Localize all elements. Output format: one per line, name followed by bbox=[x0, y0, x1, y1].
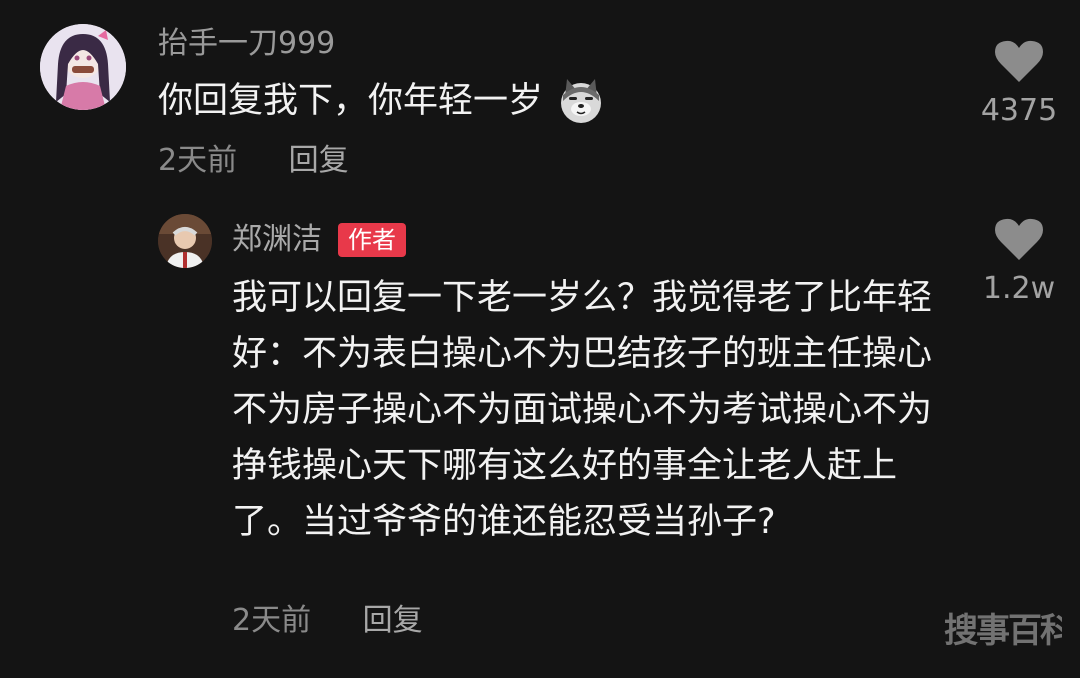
comment-text: 你回复我下，你年轻一岁 bbox=[158, 76, 605, 126]
reply-username-row: 郑渊洁 作者 bbox=[232, 218, 406, 262]
author-badge: 作者 bbox=[338, 223, 406, 257]
comment-time: 2天前 bbox=[158, 143, 238, 178]
reply-text: 我可以回复一下老一岁么？我觉得老了比年轻好：不为表白操心不为巴结孩子的班主任操心… bbox=[232, 278, 933, 542]
watermark-logo: 搜事百科 bbox=[942, 600, 1076, 660]
avatar-image bbox=[158, 214, 212, 268]
like-button[interactable]: 4375 bbox=[978, 40, 1060, 130]
comment-username[interactable]: 抬手一刀999 bbox=[158, 24, 335, 64]
comment-text-content: 你回复我下，你年轻一岁 bbox=[158, 81, 544, 121]
reply-time: 2天前 bbox=[232, 603, 312, 638]
reply-like-button[interactable]: 1.2w bbox=[978, 218, 1060, 308]
comment-meta: 2天前 回复 bbox=[158, 140, 349, 182]
reply-button[interactable]: 回复 bbox=[289, 143, 349, 178]
avatar-image bbox=[40, 24, 126, 110]
reply-username[interactable]: 郑渊洁 bbox=[232, 218, 322, 262]
dog-emoji-icon bbox=[557, 77, 605, 125]
comment-item: 抬手一刀999 你回复我下，你年轻一岁 2天前 回复 4375 bbox=[0, 0, 1080, 200]
like-count: 4375 bbox=[980, 93, 1058, 128]
svg-text:搜事百科: 搜事百科 bbox=[944, 611, 1062, 651]
avatar[interactable] bbox=[40, 24, 126, 110]
reply-avatar[interactable] bbox=[158, 214, 212, 268]
reply-meta: 2天前 回复 bbox=[232, 600, 423, 642]
reply-button[interactable]: 回复 bbox=[363, 603, 423, 638]
heart-icon bbox=[995, 218, 1043, 260]
heart-icon bbox=[995, 40, 1043, 82]
reply-like-count: 1.2w bbox=[982, 271, 1056, 306]
